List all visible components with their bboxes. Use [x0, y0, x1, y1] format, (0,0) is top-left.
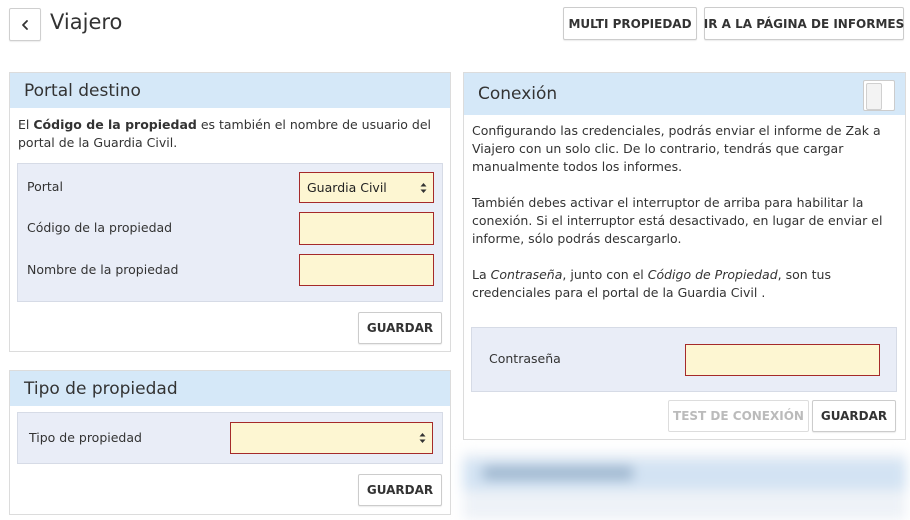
portal-select[interactable]: Guardia Civil: [299, 172, 434, 203]
select-arrows-icon: [420, 182, 427, 193]
top-bar: Viajero MULTI PROPIEDAD IR A LA PÁGINA D…: [0, 0, 910, 52]
portal-save-button[interactable]: GUARDAR: [358, 312, 442, 344]
tipo-propiedad-title: Tipo de propiedad: [10, 371, 450, 406]
conexion-panel: Conexión Configurando las credenciales, …: [463, 72, 906, 440]
multi-property-button[interactable]: MULTI PROPIEDAD: [563, 7, 697, 40]
password-input[interactable]: [685, 344, 880, 376]
blurred-panel-title: [483, 466, 633, 480]
conexion-p2: También debes activar el interruptor de …: [472, 195, 883, 246]
portal-form: Portal Guardia Civil Código de la propie…: [17, 163, 443, 302]
blurred-panel: [463, 452, 906, 520]
go-to-reports-button[interactable]: IR A LA PÁGINA DE INFORMES: [704, 7, 904, 40]
tipo-propiedad-panel: Tipo de propiedad Tipo de propiedad GUAR…: [9, 370, 451, 515]
test-connection-button[interactable]: TEST DE CONEXIÓN: [668, 400, 809, 432]
codigo-input[interactable]: [299, 212, 434, 245]
select-arrows-icon: [419, 433, 426, 443]
conexion-title: Conexión: [464, 73, 905, 115]
nombre-input[interactable]: [299, 254, 434, 286]
page-title: Viajero: [50, 10, 123, 34]
tipo-save-button[interactable]: GUARDAR: [358, 474, 442, 506]
conexion-p1: Configurando las credenciales, podrás en…: [472, 123, 881, 174]
password-form: Contraseña: [471, 327, 897, 392]
conexion-save-button[interactable]: GUARDAR: [812, 400, 896, 432]
conexion-p3: La Contraseña, junto con el Código de Pr…: [472, 267, 831, 300]
tipo-form: Tipo de propiedad: [17, 412, 443, 464]
portal-destino-panel: Portal destino El Código de la propiedad…: [9, 72, 451, 352]
portal-destino-title: Portal destino: [10, 73, 450, 108]
tipo-select[interactable]: [230, 422, 433, 454]
password-label: Contraseña: [489, 351, 561, 366]
chevron-left-icon: [22, 19, 28, 30]
conexion-title-text: Conexión: [478, 84, 558, 104]
portal-label: Portal: [27, 179, 63, 194]
portal-destino-description: El Código de la propiedad es también el …: [18, 117, 432, 150]
portal-select-value: Guardia Civil: [307, 180, 387, 195]
connection-toggle[interactable]: [863, 80, 895, 111]
nombre-label: Nombre de la propiedad: [27, 262, 179, 277]
codigo-label: Código de la propiedad: [27, 220, 173, 235]
back-button[interactable]: [9, 8, 41, 41]
tipo-label: Tipo de propiedad: [29, 430, 142, 445]
